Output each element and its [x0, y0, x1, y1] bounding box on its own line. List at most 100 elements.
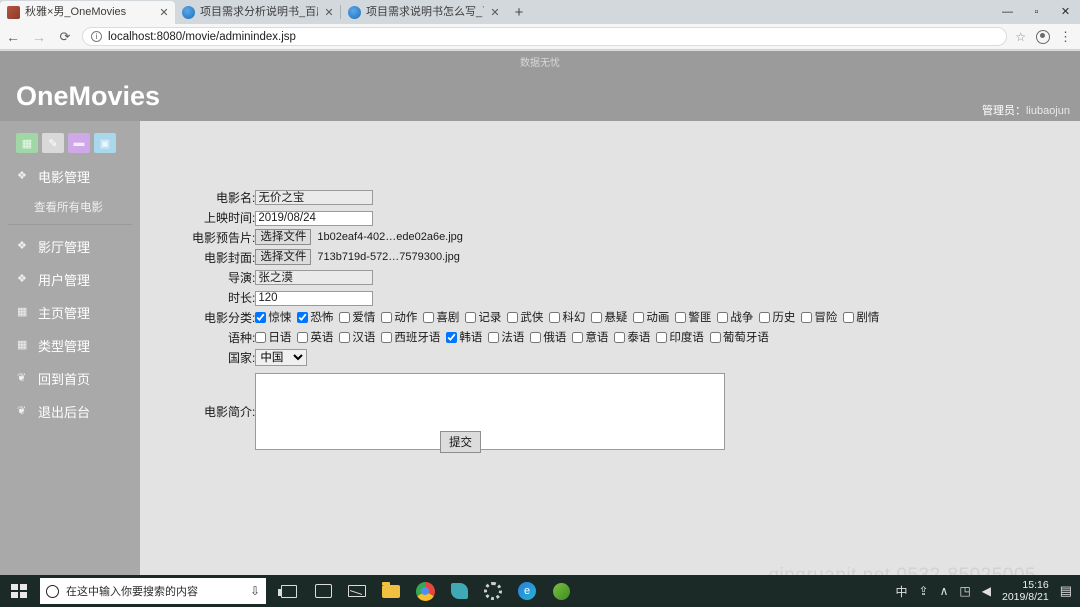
category-checkbox[interactable]: [339, 311, 351, 323]
sidebar-item-back-home[interactable]: ❦ 回到首页: [0, 366, 140, 391]
category-checkbox[interactable]: [591, 311, 603, 323]
teal-app-icon[interactable]: [444, 576, 474, 606]
category-checkbox[interactable]: [843, 311, 855, 323]
task-view-icon[interactable]: [274, 576, 304, 606]
category-12[interactable]: 历史: [759, 309, 795, 325]
category-11[interactable]: 战争: [717, 309, 753, 325]
language-3[interactable]: 西班牙语: [381, 329, 440, 345]
profile-avatar-icon[interactable]: [1036, 29, 1050, 44]
sidebar-item-hall-manage[interactable]: ❖ 影厅管理: [0, 234, 140, 259]
mail-icon[interactable]: [342, 576, 372, 606]
network-icon[interactable]: ◳: [959, 584, 970, 598]
ime-indicator[interactable]: 中: [896, 583, 908, 600]
settings-gear-icon[interactable]: [478, 576, 508, 606]
reload-icon[interactable]: ⟳: [52, 24, 78, 50]
director-input[interactable]: [255, 269, 374, 285]
category-13[interactable]: 冒险: [801, 309, 837, 325]
maximize-button[interactable]: ▫: [1022, 0, 1051, 24]
browser-tab-1[interactable]: 项目需求分析说明书_百度搜索 ✕: [175, 1, 340, 24]
language-checkbox[interactable]: [297, 331, 309, 343]
pencil-icon[interactable]: ✎: [42, 133, 64, 153]
category-7[interactable]: 科幻: [549, 309, 585, 325]
language-9[interactable]: 印度语: [656, 329, 704, 345]
close-tab-icon[interactable]: ✕: [322, 6, 336, 20]
submit-button[interactable]: 提交: [440, 431, 481, 453]
category-checkbox[interactable]: [255, 311, 267, 323]
category-checkbox[interactable]: [801, 311, 813, 323]
film-icon[interactable]: ▬: [68, 133, 90, 153]
country-select[interactable]: 中国: [255, 349, 308, 367]
store-icon[interactable]: [308, 576, 338, 606]
category-8[interactable]: 悬疑: [591, 309, 627, 325]
green-app-icon[interactable]: [546, 576, 576, 606]
cover-file-input[interactable]: 选择文件 713b719d-572…7579300.jpg: [255, 249, 885, 265]
share-icon[interactable]: ⇪: [919, 584, 929, 598]
edge-icon[interactable]: e: [512, 576, 542, 606]
language-checkbox[interactable]: [709, 331, 721, 343]
file-explorer-icon[interactable]: [376, 576, 406, 606]
address-bar[interactable]: i localhost:8080/movie/adminindex.jsp: [82, 27, 1008, 46]
language-6[interactable]: 俄语: [530, 329, 566, 345]
language-2[interactable]: 汉语: [339, 329, 375, 345]
category-checkbox[interactable]: [423, 311, 435, 323]
sidebar-item-home-manage[interactable]: ▦ 主页管理: [0, 300, 140, 325]
language-checkbox[interactable]: [255, 331, 267, 343]
category-checkbox[interactable]: [633, 311, 645, 323]
language-checkbox[interactable]: [446, 331, 458, 343]
category-checkbox[interactable]: [717, 311, 729, 323]
chrome-icon[interactable]: [410, 576, 440, 606]
category-checkbox[interactable]: [507, 311, 519, 323]
bookmark-star-icon[interactable]: ☆: [1015, 30, 1026, 44]
grid-icon[interactable]: ▦: [16, 133, 38, 153]
category-6[interactable]: 武侠: [507, 309, 543, 325]
category-3[interactable]: 动作: [381, 309, 417, 325]
window-icon[interactable]: ▣: [94, 133, 116, 153]
taskbar-clock[interactable]: 15:16 2019/8/21: [1002, 579, 1049, 603]
language-checkbox[interactable]: [656, 331, 668, 343]
language-5[interactable]: 法语: [488, 329, 524, 345]
notifications-icon[interactable]: ▤: [1060, 583, 1072, 599]
category-9[interactable]: 动画: [633, 309, 669, 325]
duration-input[interactable]: [255, 290, 374, 306]
show-hidden-icons[interactable]: ∧: [940, 584, 949, 598]
category-checkbox[interactable]: [297, 311, 309, 323]
intro-textarea[interactable]: [255, 373, 726, 450]
sidebar-item-movie-manage[interactable]: ❖ 电影管理: [0, 164, 140, 189]
category-1[interactable]: 恐怖: [297, 309, 333, 325]
language-checkbox[interactable]: [614, 331, 626, 343]
sidebar-item-user-manage[interactable]: ❖ 用户管理: [0, 267, 140, 292]
movie-name-input[interactable]: [255, 189, 374, 205]
sidebar-item-logout[interactable]: ❦ 退出后台: [0, 399, 140, 424]
language-checkbox[interactable]: [572, 331, 584, 343]
category-checkbox[interactable]: [381, 311, 393, 323]
category-checkbox[interactable]: [759, 311, 771, 323]
forward-icon[interactable]: →: [26, 24, 52, 50]
language-checkbox[interactable]: [488, 331, 500, 343]
sidebar-item-view-all-movies[interactable]: 查看所有电影: [0, 197, 140, 217]
category-0[interactable]: 惊悚: [255, 309, 291, 325]
category-4[interactable]: 喜剧: [423, 309, 459, 325]
category-5[interactable]: 记录: [465, 309, 501, 325]
start-button[interactable]: [0, 575, 38, 607]
choose-file-button[interactable]: 选择文件: [255, 229, 312, 245]
language-7[interactable]: 意语: [572, 329, 608, 345]
language-4[interactable]: 韩语: [446, 329, 482, 345]
release-date-input[interactable]: [255, 210, 374, 226]
category-checkbox[interactable]: [465, 311, 477, 323]
language-checkbox[interactable]: [530, 331, 542, 343]
category-checkbox[interactable]: [549, 311, 561, 323]
category-10[interactable]: 警匪: [675, 309, 711, 325]
browser-tab-0[interactable]: 秋雅×男_OneMovies ✕: [0, 1, 175, 24]
close-window-button[interactable]: ✕: [1051, 0, 1080, 24]
category-2[interactable]: 爱情: [339, 309, 375, 325]
back-icon[interactable]: ←: [0, 24, 26, 50]
taskbar-search-input[interactable]: 在这中输入你要搜索的内容 ⇩: [40, 578, 266, 604]
choose-file-button[interactable]: 选择文件: [255, 249, 312, 265]
category-checkbox[interactable]: [675, 311, 687, 323]
language-8[interactable]: 泰语: [614, 329, 650, 345]
language-10[interactable]: 葡萄牙语: [709, 329, 769, 345]
sidebar-item-type-manage[interactable]: ▦ 类型管理: [0, 333, 140, 358]
microphone-icon[interactable]: ⇩: [250, 584, 260, 598]
language-checkbox[interactable]: [381, 331, 393, 343]
language-checkbox[interactable]: [339, 331, 351, 343]
